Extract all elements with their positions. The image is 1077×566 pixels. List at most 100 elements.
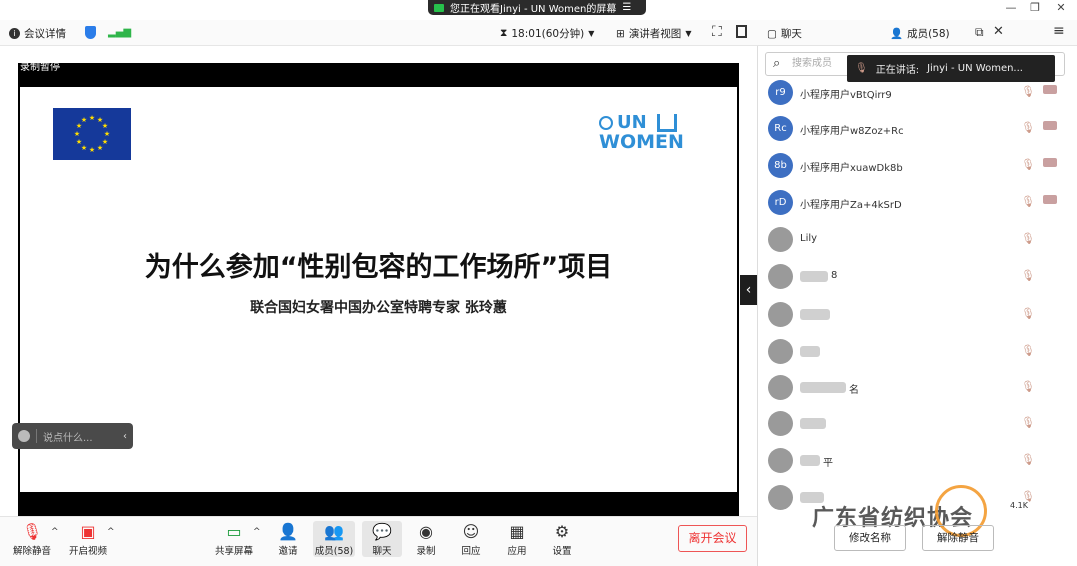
share-screen-button[interactable]: ▭ 共享屏幕 — [212, 521, 256, 557]
tab-members[interactable]: 👤 成员(58) — [890, 26, 950, 41]
meeting-timer[interactable]: ⧗ 18:01(60分钟) ▼ — [500, 26, 594, 41]
blurred-name — [800, 455, 820, 466]
member-row[interactable]: Lily 🎙 — [765, 222, 1065, 259]
comment-input[interactable]: 说点什么... ‹ — [12, 423, 133, 449]
mic-muted-icon[interactable]: 🎙 — [1021, 344, 1035, 357]
security-shield-icon[interactable] — [85, 26, 96, 39]
close-window-button[interactable]: ✕ — [1048, 0, 1074, 16]
avatar: rD — [768, 190, 793, 215]
mic-muted-icon[interactable]: 🎙 — [1021, 121, 1035, 134]
chevron-down-icon: ▼ — [685, 29, 692, 38]
member-name: 小程序用户xuawDk8b — [800, 163, 903, 174]
layout-icon[interactable] — [736, 25, 747, 38]
member-row[interactable]: 8b 小程序用户xuawDk8b 🎙 — [765, 148, 1065, 185]
settings-button[interactable]: ⚙ 设置 — [542, 521, 582, 557]
rename-button[interactable]: 修改名称 — [834, 525, 906, 551]
video-off-icon[interactable] — [1043, 195, 1057, 204]
members-button[interactable]: 👥 成员(58) — [313, 521, 355, 557]
timer-text: 18:01(60分钟) — [511, 28, 585, 40]
unmute-button[interactable]: 🎙 解除静音 — [10, 521, 54, 557]
collapse-panel-button[interactable]: ‹ — [740, 275, 757, 305]
mic-muted-icon[interactable]: 🎙 — [1021, 269, 1035, 282]
blurred-name — [800, 309, 830, 320]
chevron-up-icon[interactable]: ^ — [107, 527, 115, 537]
meeting-details-button[interactable]: i 会议详情 — [9, 26, 66, 41]
search-icon: ⌕ — [773, 56, 781, 71]
member-name: 8 — [831, 270, 838, 281]
presenter-view-button[interactable]: ⊞ 演讲者视图 ▼ — [616, 26, 691, 41]
restore-button[interactable]: ❐ — [1022, 0, 1048, 16]
apps-button[interactable]: ▦ 应用 — [497, 521, 537, 557]
tab-chat[interactable]: ▢ 聊天 — [767, 26, 802, 41]
svg-text:★: ★ — [104, 130, 110, 138]
fullscreen-icon[interactable]: ⛶ — [712, 24, 722, 40]
slide-title: 为什么参加“性别包容的工作场所”项目 — [144, 252, 613, 283]
avatar — [768, 375, 793, 400]
mic-muted-icon[interactable]: 🎙 — [1021, 453, 1035, 466]
eu-flag-logo: ★ ★ ★ ★ ★ ★ ★ ★ ★ ★ ★ ★ — [53, 108, 131, 160]
record-button[interactable]: ◉ 录制 — [406, 521, 446, 557]
reactions-button[interactable]: ☺ 回应 — [451, 521, 491, 557]
chat-button[interactable]: 💬 聊天 — [362, 521, 402, 557]
un-stripes-icon — [656, 113, 677, 132]
avatar — [768, 411, 793, 436]
member-row[interactable]: rD 小程序用户Za+4kSrD 🎙 — [765, 185, 1065, 222]
comment-placeholder: 说点什么... — [43, 432, 93, 444]
video-off-icon[interactable] — [1043, 121, 1057, 130]
mic-muted-icon[interactable]: 🎙 — [1021, 380, 1035, 393]
presenter-view-icon: ⊞ — [616, 27, 625, 40]
member-name: 小程序用户w8Zoz+Rc — [800, 126, 904, 137]
member-row[interactable]: 平 🎙 — [765, 443, 1065, 480]
member-row[interactable]: 名 🎙 — [765, 370, 1065, 407]
member-row[interactable]: r9 小程序用户vBtQirr9 🎙 — [765, 75, 1065, 112]
mic-muted-icon[interactable]: 🎙 — [1021, 195, 1035, 208]
chevron-up-icon[interactable]: ^ — [51, 527, 59, 537]
video-off-icon[interactable] — [1043, 85, 1057, 94]
presenter-view-label: 演讲者视图 — [628, 28, 682, 40]
start-video-button[interactable]: ▣ 开启视频 — [66, 521, 110, 557]
popout-icon[interactable]: ⧉ — [975, 25, 984, 40]
leave-meeting-button[interactable]: 离开会议 — [678, 525, 747, 552]
signal-icon[interactable]: ▂▄▆ — [108, 27, 131, 38]
member-name: 小程序用户Za+4kSrD — [800, 200, 902, 211]
invite-button[interactable]: 👤 邀请 — [268, 521, 308, 557]
member-row[interactable]: 8 🎙 — [765, 259, 1065, 296]
mic-muted-icon[interactable]: 🎙 — [1021, 85, 1035, 98]
meeting-toolbar: 🎙 解除静音 ^ ▣ 开启视频 ^ ▭ 共享屏幕 ^ 👤 邀请 👥 成员(58)… — [0, 516, 757, 566]
member-row[interactable]: Rc 小程序用户w8Zoz+Rc 🎙 — [765, 111, 1065, 148]
minimize-button[interactable]: — — [998, 0, 1024, 16]
mic-muted-icon[interactable]: 🎙 — [1021, 232, 1035, 245]
menu-icon[interactable]: ≡ — [1053, 23, 1065, 39]
reaction-icon: ☺ — [462, 522, 480, 541]
blurred-name — [800, 418, 826, 429]
camera-icon — [434, 3, 444, 12]
meeting-details-label: 会议详情 — [24, 28, 66, 40]
avatar — [768, 302, 793, 327]
close-icon[interactable]: ✕ — [993, 24, 1004, 39]
add-person-icon: 👤 — [278, 522, 298, 541]
chevron-up-icon[interactable]: ^ — [253, 527, 261, 537]
video-off-icon[interactable] — [1043, 158, 1057, 167]
un-women-logo: UN WOMEN — [599, 112, 684, 153]
chat-icon: ▢ — [767, 27, 777, 40]
unmute-all-button[interactable]: 解除静音 — [922, 525, 994, 551]
menu-icon[interactable]: ☰ — [622, 2, 631, 13]
emoji-icon[interactable] — [18, 430, 30, 442]
record-icon: ◉ — [419, 522, 433, 541]
panel-tabs: ▢ 聊天 👤 成员(58) ⧉ ✕ ≡ — [757, 20, 1077, 46]
avatar — [768, 485, 793, 510]
collapse-comment-icon[interactable]: ‹ — [123, 431, 127, 442]
avatar: Rc — [768, 116, 793, 141]
member-row[interactable]: 🎙 — [765, 406, 1065, 443]
mic-muted-icon[interactable]: 🎙 — [1021, 158, 1035, 171]
member-row[interactable]: 🎙 — [765, 297, 1065, 334]
member-row[interactable]: 🎙 — [765, 334, 1065, 371]
mic-muted-icon: 🎙 — [21, 522, 43, 541]
members-icon: 👥 — [324, 522, 344, 541]
screen-share-banner[interactable]: 您正在观看Jinyi - UN Women的屏幕 ☰ — [428, 0, 646, 15]
mic-muted-icon[interactable]: 🎙 — [1021, 416, 1035, 429]
avatar: 8b — [768, 153, 793, 178]
mic-muted-icon[interactable]: 🎙 — [1021, 307, 1035, 320]
un-emblem-icon — [599, 115, 613, 130]
svg-text:★: ★ — [74, 130, 80, 138]
